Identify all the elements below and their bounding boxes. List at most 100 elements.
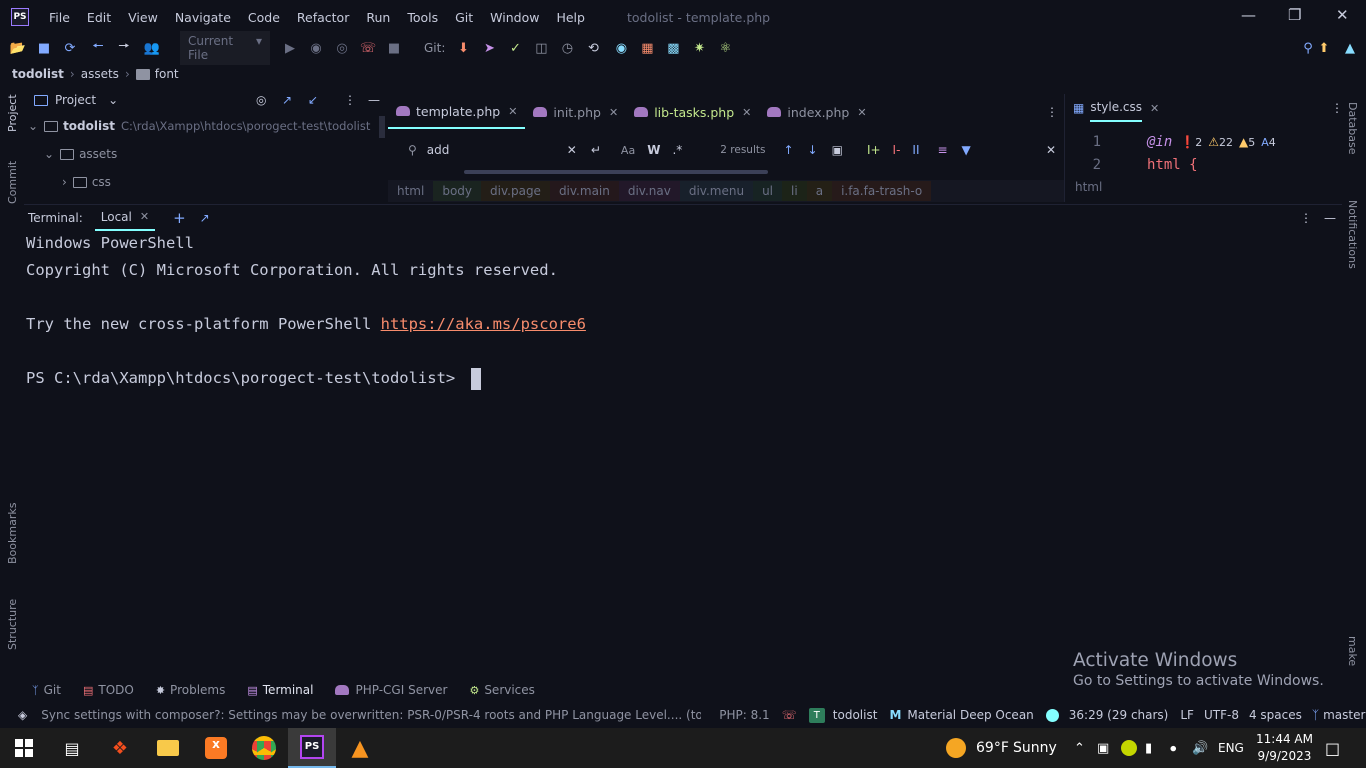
search-input[interactable]: add [427,143,567,157]
previous-match-icon[interactable]: ↑ [783,143,793,157]
run-config-select[interactable]: Current File ▾ [180,31,270,65]
close-icon[interactable]: ✕ [857,106,866,119]
stripe-commit[interactable]: Commit [6,161,19,204]
terminal-link[interactable]: https://aka.ms/pscore6 [381,315,586,333]
breadcrumb-item[interactable]: todolist [12,67,64,81]
newline-icon[interactable]: ↵ [591,143,601,157]
phone-listen-icon[interactable]: ☏ [360,40,376,56]
crumb[interactable]: a [806,181,833,201]
clock[interactable]: 11:44 AM 9/9/2023 [1256,731,1313,765]
php-level[interactable]: PHP: 8.1 [719,708,769,722]
plugins-icon[interactable]: ✷ [691,40,707,56]
back-icon[interactable]: 🠔 [90,39,106,56]
menu-navigate[interactable]: Navigate [175,10,231,25]
crumb[interactable]: i.fa.fa-trash-o [832,181,932,201]
menu-window[interactable]: Window [490,10,539,25]
crumb[interactable]: div.nav [618,181,680,201]
jetbrains-icon[interactable]: ▲ [1342,40,1358,56]
stripe-project[interactable]: Project [6,94,19,132]
project-name[interactable]: todolist [833,708,878,722]
tool-tab-php-cgi-server[interactable]: PHP-CGI Server [335,683,447,697]
weather-text[interactable]: Sunny [1013,740,1057,756]
tree-row-root[interactable]: ⌄ todolist C:\rda\Xampp\htdocs\porogect-… [24,112,387,140]
menu-help[interactable]: Help [556,10,585,25]
notification-center-icon[interactable]: □ [1325,739,1340,758]
regex-toggle[interactable]: .* [672,143,682,157]
tree-row-assets[interactable]: ⌄ assets [24,140,387,168]
status-message[interactable]: Sync settings with composer?: Settings m… [41,708,701,722]
tool-tab-problems[interactable]: ✸ Problems [156,683,226,697]
tab-index-php[interactable]: index.php ✕ [759,95,874,129]
taskbar-chrome[interactable] [240,728,288,768]
users-icon[interactable]: 👥 [144,40,160,56]
crumb[interactable]: html [388,181,433,201]
weak-warning-count[interactable]: 5 [1248,136,1255,149]
taskbar-xampp[interactable]: x [192,728,240,768]
tab-lib-tasks-php[interactable]: lib-tasks.php ✕ [626,95,759,129]
select-all-icon[interactable]: II [912,143,919,157]
crumb[interactable]: body [433,181,482,201]
restore-icon[interactable]: ❐ [1288,6,1301,24]
theme-name[interactable]: Material Deep Ocean [907,708,1033,722]
show-hidden-icons[interactable]: ⌃ [1074,741,1085,756]
whole-word-toggle[interactable]: W [647,143,660,157]
layers-icon[interactable]: ◈ [18,708,27,722]
match-case-toggle[interactable]: Aa [621,144,635,157]
crumb[interactable]: div.main [549,181,619,201]
filter-icon[interactable]: ▼ [962,143,971,157]
taskbar-vlc[interactable]: ▲ [336,728,384,768]
scrollbar[interactable] [379,116,385,138]
collapse-all-icon[interactable]: ↙ [308,93,318,107]
hide-icon[interactable]: — [368,93,380,107]
tabs-options-icon[interactable]: ⋮ [1046,105,1058,119]
menu-code[interactable]: Code [248,10,280,25]
git-history-icon[interactable]: ◷ [559,40,575,56]
terminal-output[interactable]: Windows PowerShell Copyright (C) Microso… [24,230,1342,670]
tab-init-php[interactable]: init.php ✕ [525,95,626,129]
search-icon[interactable]: ⚲ [1300,40,1316,56]
stripe-database[interactable]: Database [1346,102,1359,155]
hide-icon[interactable]: — [1324,211,1336,225]
menu-edit[interactable]: Edit [87,10,111,25]
tree-row-css[interactable]: › css [24,168,387,196]
clear-search-icon[interactable]: ✕ [567,143,577,157]
options-icon[interactable]: ⋮ [344,93,356,107]
maximize-icon[interactable]: ↗ [200,211,210,225]
git-branch[interactable]: master [1323,708,1365,722]
git-rollback-icon[interactable]: ⟲ [585,40,601,56]
typo-count[interactable]: 4 [1269,136,1276,149]
close-window-icon[interactable]: ✕ [1336,6,1349,24]
scrollbar[interactable] [464,170,768,174]
phone-listen-icon[interactable]: ☏ [782,708,797,722]
next-match-icon[interactable]: ↓ [808,143,818,157]
stripe-notifications[interactable]: Notifications [1346,200,1359,269]
display-icon[interactable]: ▣ [1097,741,1109,756]
filter-lines-icon[interactable]: ≡ [937,143,947,157]
close-icon[interactable]: ✕ [140,210,149,223]
menu-run[interactable]: Run [366,10,390,25]
git-compare-icon[interactable]: ◫ [533,40,549,56]
plugin-circle-icon[interactable]: ◉ [613,40,629,56]
tool-tab-todo[interactable]: ▤ TODO [83,683,134,697]
style-css-tab[interactable]: ▦ style.css ✕ ⋮ [1065,94,1343,122]
warning-count[interactable]: 22 [1219,136,1233,149]
weather-temp[interactable]: 69°F [976,740,1009,756]
updates-icon[interactable]: ⬆ [1316,40,1332,56]
crumb[interactable]: div.page [481,181,550,201]
crumb[interactable]: div.menu [679,181,754,201]
add-tab-icon[interactable]: + [173,209,186,227]
taskbar-figma[interactable]: ❖ [96,728,144,768]
crumb[interactable]: html [1075,180,1102,194]
add-occurrence-icon[interactable]: I+ [867,143,881,157]
remove-occurrence-icon[interactable]: I- [893,143,901,157]
stop-icon[interactable]: ■ [386,40,402,56]
battery-icon[interactable]: ▮ [1145,741,1152,756]
menu-git[interactable]: Git [455,10,473,25]
stripe-make[interactable]: make [1346,636,1359,666]
taskbar-phpstorm[interactable]: PS [288,728,336,768]
expand-all-icon[interactable]: ↗ [282,93,292,107]
open-folder-icon[interactable]: 📂 [10,40,26,56]
tool-tab-git[interactable]: ᛉ Git [32,683,61,697]
indent-setting[interactable]: 4 spaces [1249,708,1302,722]
menu-view[interactable]: View [128,10,158,25]
